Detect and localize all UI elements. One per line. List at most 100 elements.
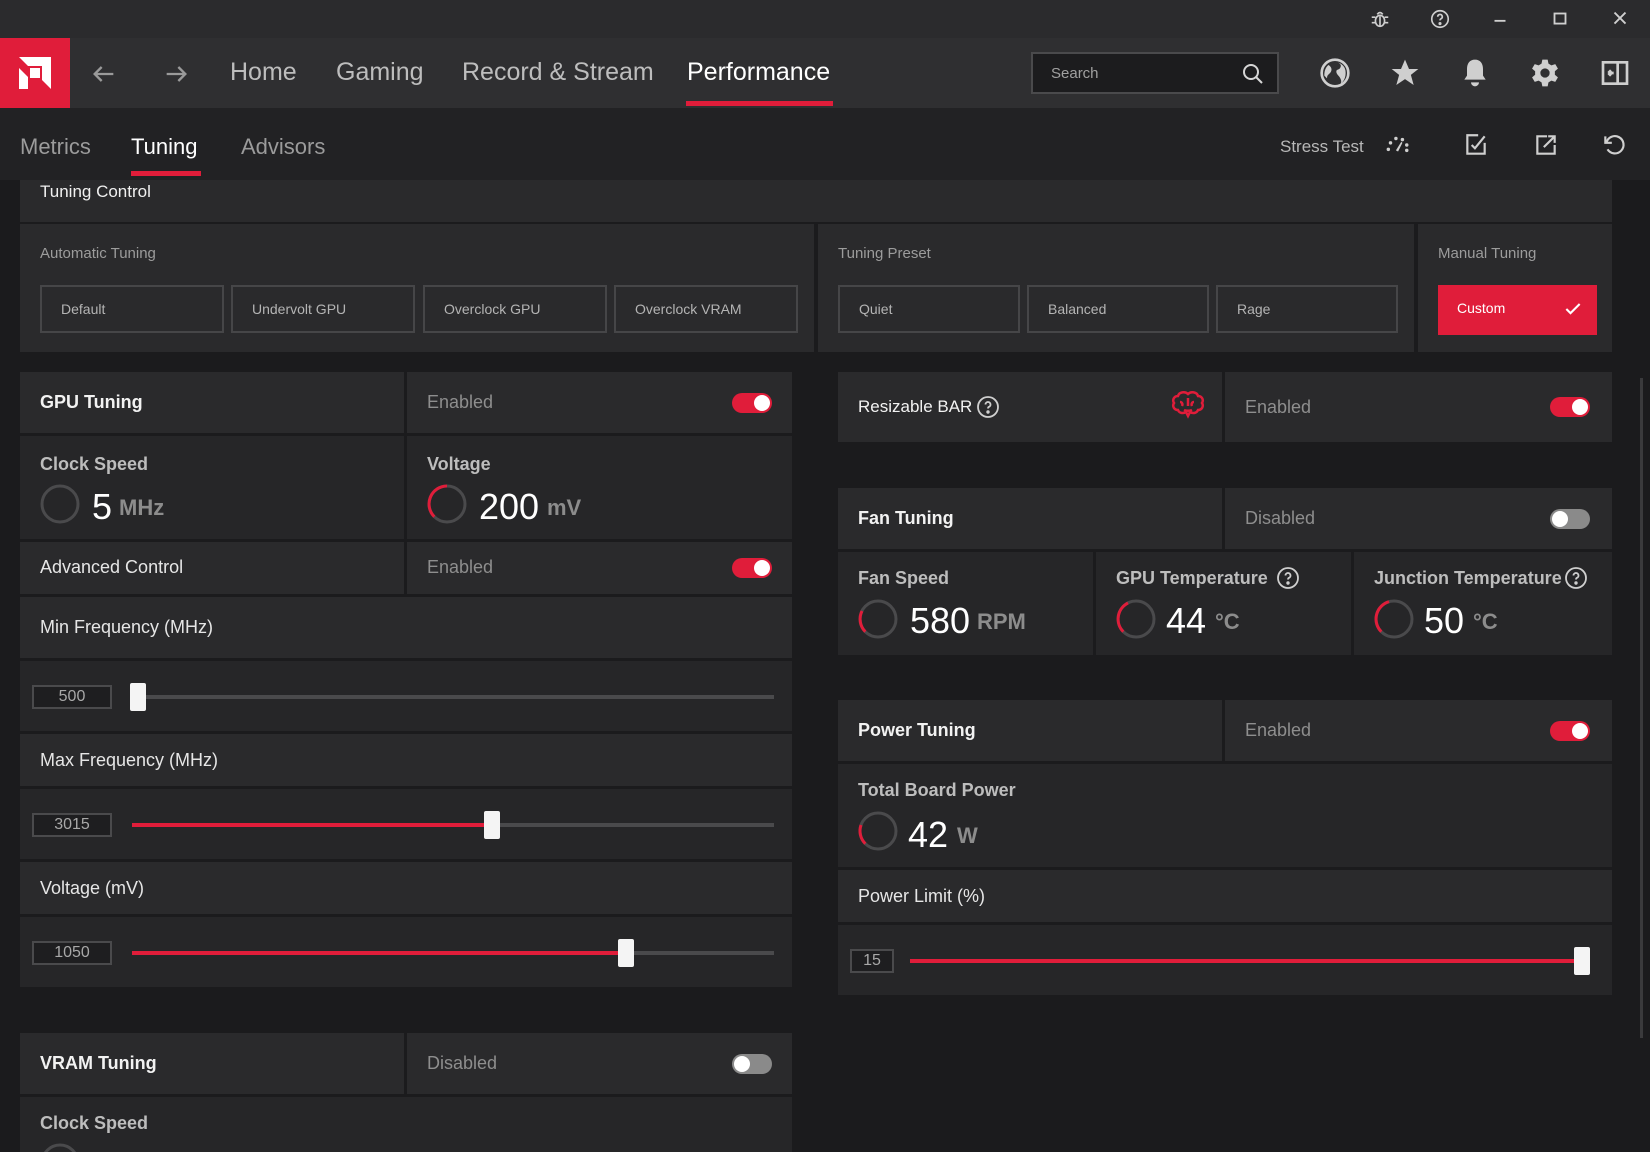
automatic-tuning-panel: Automatic Tuning Default Undervolt GPU O…: [20, 224, 814, 352]
junction-temperature-help-icon[interactable]: [1564, 566, 1588, 590]
help-circle-icon[interactable]: [976, 395, 1000, 419]
star-icon[interactable]: [1389, 57, 1421, 89]
tab-advisors[interactable]: Advisors: [241, 134, 325, 160]
undervolt-gpu-button[interactable]: Undervolt GPU: [231, 285, 415, 333]
power-limit-slider-fill: [910, 959, 1582, 963]
default-button[interactable]: Default: [40, 285, 224, 333]
checkmark-icon: [1563, 299, 1583, 319]
voltage-slider[interactable]: [132, 939, 774, 967]
apply-icon[interactable]: [1463, 132, 1489, 158]
resizable-bar-status-cell: Enabled: [1225, 372, 1612, 442]
clock-speed-value: 5: [92, 486, 113, 527]
fan-speed-metric: Fan Speed 580 RPM: [838, 552, 1093, 655]
fan-tuning-status-cell: Disabled: [1225, 488, 1612, 549]
resizable-bar-status: Enabled: [1245, 397, 1312, 417]
active-subtab-indicator: [131, 171, 201, 176]
sidebar-icon[interactable]: [1599, 57, 1631, 89]
main-nav: Home Gaming Record & Stream Performance …: [0, 38, 1650, 108]
voltage-slider-title: Voltage (mV): [40, 878, 145, 898]
voltage-slider-header: Voltage (mV): [20, 862, 792, 914]
voltage-slider-fill: [132, 951, 627, 955]
min-frequency-slider[interactable]: [130, 683, 774, 711]
vram-clock-gauge-icon: [38, 1141, 82, 1152]
quiet-button[interactable]: Quiet: [838, 285, 1020, 333]
gpu-temperature-gauge-icon: [1114, 597, 1158, 641]
bug-icon[interactable]: [1368, 8, 1392, 30]
back-arrow-icon[interactable]: [90, 60, 118, 88]
overclock-vram-button[interactable]: Overclock VRAM: [614, 285, 798, 333]
close-icon[interactable]: [1608, 8, 1632, 30]
gpu-temperature-metric: GPU Temperature 44 °C: [1096, 552, 1351, 655]
power-limit-value[interactable]: 15: [850, 949, 894, 973]
balanced-button[interactable]: Balanced: [1027, 285, 1209, 333]
tuning-control-title: Tuning Control: [40, 182, 151, 201]
nav-tab-record-stream[interactable]: Record & Stream: [462, 58, 654, 87]
globe-icon[interactable]: [1319, 57, 1351, 89]
total-board-power-unit: W: [957, 823, 978, 848]
fan-tuning-toggle[interactable]: [1550, 509, 1590, 529]
gauge-icon[interactable]: [1382, 132, 1409, 158]
bell-icon[interactable]: [1459, 57, 1491, 89]
power-limit-slider-thumb[interactable]: [1574, 947, 1590, 975]
junction-temperature-title: Junction Temperature: [1374, 568, 1562, 588]
fan-speed-gauge-icon: [856, 597, 900, 641]
board-power-gauge-icon: [856, 809, 900, 853]
power-tuning-header: Power Tuning: [838, 700, 1222, 761]
advanced-control-toggle[interactable]: [732, 558, 772, 578]
vram-tuning-toggle[interactable]: [732, 1054, 772, 1074]
max-frequency-slider-thumb[interactable]: [483, 811, 500, 839]
search-icon[interactable]: [1241, 62, 1265, 86]
total-board-power-value: 42: [908, 814, 949, 855]
power-limit-header: Power Limit (%): [838, 870, 1612, 922]
minimize-icon[interactable]: [1488, 8, 1512, 30]
gpu-temperature-help-icon[interactable]: [1276, 566, 1300, 590]
tab-metrics[interactable]: Metrics: [20, 134, 91, 160]
gpu-temperature-title: GPU Temperature: [1116, 568, 1268, 588]
max-frequency-slider-fill: [132, 823, 492, 827]
min-frequency-value[interactable]: 500: [32, 685, 112, 709]
gear-icon[interactable]: [1529, 57, 1561, 89]
max-frequency-title: Max Frequency (MHz): [40, 750, 219, 770]
tuning-control-header: Tuning Control: [20, 180, 1612, 222]
export-icon[interactable]: [1533, 132, 1559, 158]
clock-speed-unit: MHz: [119, 495, 165, 520]
custom-button-label: Custom: [1457, 300, 1506, 316]
advanced-control-title: Advanced Control: [40, 557, 184, 577]
min-frequency-slider-row: 500: [20, 661, 792, 731]
max-frequency-slider[interactable]: [132, 811, 774, 839]
resizable-bar-toggle[interactable]: [1550, 397, 1590, 417]
tuning-preset-label: Tuning Preset: [838, 245, 931, 262]
gpu-tuning-toggle[interactable]: [732, 393, 772, 413]
nav-tab-home[interactable]: Home: [230, 58, 297, 87]
overclock-gpu-button[interactable]: Overclock GPU: [423, 285, 607, 333]
nav-tab-performance[interactable]: Performance: [687, 58, 830, 87]
nav-tab-gaming[interactable]: Gaming: [336, 58, 424, 87]
min-frequency-title: Min Frequency (MHz): [40, 617, 214, 637]
amd-logo-icon[interactable]: [0, 38, 70, 108]
custom-button[interactable]: Custom: [1438, 285, 1597, 335]
reset-icon[interactable]: [1601, 132, 1627, 158]
voltage-slider-value[interactable]: 1050: [32, 941, 112, 965]
scrollbar[interactable]: [1640, 378, 1643, 1038]
automatic-tuning-label: Automatic Tuning: [40, 245, 156, 262]
vram-tuning-status: Disabled: [427, 1053, 498, 1073]
min-frequency-slider-thumb[interactable]: [130, 683, 146, 711]
voltage-slider-thumb[interactable]: [618, 939, 635, 967]
title-bar: [0, 0, 1650, 38]
max-frequency-header: Max Frequency (MHz): [20, 734, 792, 786]
power-limit-slider[interactable]: [910, 947, 1590, 975]
forward-arrow-icon[interactable]: [162, 60, 190, 88]
max-frequency-value[interactable]: 3015: [32, 813, 112, 837]
fan-speed-unit: RPM: [977, 609, 1026, 634]
rage-button[interactable]: Rage: [1216, 285, 1398, 333]
power-tuning-toggle[interactable]: [1550, 721, 1590, 741]
help-icon[interactable]: [1428, 8, 1452, 30]
tab-tuning[interactable]: Tuning: [131, 134, 197, 160]
brain-icon: [1170, 390, 1206, 422]
maximize-icon[interactable]: [1548, 8, 1572, 30]
search-input[interactable]: Search: [1031, 52, 1279, 94]
min-frequency-header: Min Frequency (MHz): [20, 597, 792, 658]
stress-test-label[interactable]: Stress Test: [1280, 137, 1364, 157]
fan-tuning-title: Fan Tuning: [858, 508, 954, 528]
gpu-temperature-value: 44: [1166, 600, 1207, 641]
